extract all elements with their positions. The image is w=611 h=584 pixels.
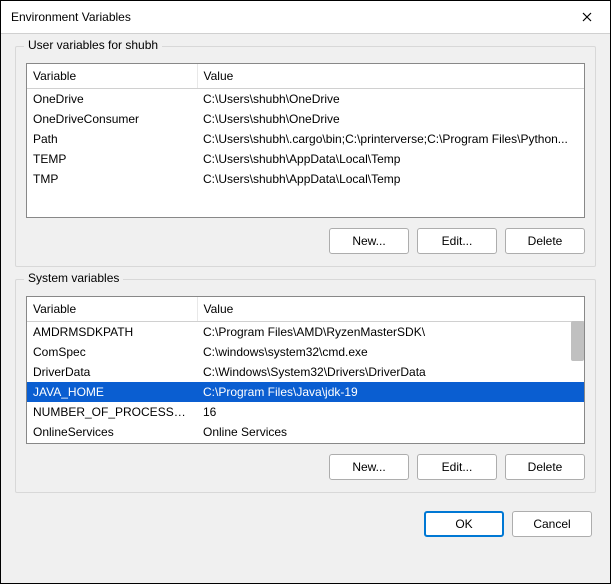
system-edit-button[interactable]: Edit... [417, 454, 497, 480]
cell-variable: Path [27, 129, 197, 149]
cell-variable: OS [27, 442, 197, 444]
cell-value: C:\Windows\System32\Drivers\DriverData [197, 362, 584, 382]
cell-value: C:\Users\shubh\.cargo\bin;C:\printervers… [197, 129, 584, 149]
table-row[interactable]: PathC:\Users\shubh\.cargo\bin;C:\printer… [27, 129, 584, 149]
cell-value: C:\Users\shubh\OneDrive [197, 89, 584, 110]
cell-variable: OnlineServices [27, 422, 197, 442]
cell-variable: NUMBER_OF_PROCESSORS [27, 402, 197, 422]
cell-value: C:\Program Files\AMD\RyzenMasterSDK\ [197, 322, 584, 343]
window-title: Environment Variables [11, 10, 131, 24]
env-vars-dialog: Environment Variables User variables for… [0, 0, 611, 584]
user-delete-button[interactable]: Delete [505, 228, 585, 254]
system-col-value[interactable]: Value [197, 297, 584, 322]
table-row[interactable]: NUMBER_OF_PROCESSORS16 [27, 402, 584, 422]
ok-button[interactable]: OK [424, 511, 504, 537]
cell-variable: JAVA_HOME [27, 382, 197, 402]
table-row[interactable]: OSWindows_NT [27, 442, 584, 444]
system-vars-table-wrap: Variable Value AMDRMSDKPATHC:\Program Fi… [26, 296, 585, 444]
cell-value: C:\Users\shubh\AppData\Local\Temp [197, 149, 584, 169]
system-vars-label: System variables [24, 271, 123, 285]
table-row[interactable]: OneDriveConsumerC:\Users\shubh\OneDrive [27, 109, 584, 129]
cell-variable: AMDRMSDKPATH [27, 322, 197, 343]
cell-variable: OneDriveConsumer [27, 109, 197, 129]
system-btn-row: New... Edit... Delete [26, 454, 585, 480]
user-vars-table-wrap: Variable Value OneDriveC:\Users\shubh\On… [26, 63, 585, 218]
table-row[interactable]: ComSpecC:\windows\system32\cmd.exe [27, 342, 584, 362]
table-row[interactable]: TEMPC:\Users\shubh\AppData\Local\Temp [27, 149, 584, 169]
cell-value: Windows_NT [197, 442, 584, 444]
table-row[interactable]: OneDriveC:\Users\shubh\OneDrive [27, 89, 584, 110]
cell-variable: OneDrive [27, 89, 197, 110]
table-row[interactable]: TMPC:\Users\shubh\AppData\Local\Temp [27, 169, 584, 189]
user-edit-button[interactable]: Edit... [417, 228, 497, 254]
cell-value: Online Services [197, 422, 584, 442]
cell-value: 16 [197, 402, 584, 422]
system-col-variable[interactable]: Variable [27, 297, 197, 322]
user-btn-row: New... Edit... Delete [26, 228, 585, 254]
system-new-button[interactable]: New... [329, 454, 409, 480]
cancel-button[interactable]: Cancel [512, 511, 592, 537]
cell-variable: TMP [27, 169, 197, 189]
system-vars-group: System variables Variable Value AMDRMSDK… [15, 279, 596, 493]
cell-variable: TEMP [27, 149, 197, 169]
close-icon[interactable] [572, 7, 602, 27]
system-vars-table[interactable]: Variable Value AMDRMSDKPATHC:\Program Fi… [27, 297, 584, 444]
table-row[interactable]: JAVA_HOMEC:\Program Files\Java\jdk-19 [27, 382, 584, 402]
system-delete-button[interactable]: Delete [505, 454, 585, 480]
cell-value: C:\Users\shubh\OneDrive [197, 109, 584, 129]
scrollbar-thumb[interactable] [571, 321, 584, 361]
cell-value: C:\Users\shubh\AppData\Local\Temp [197, 169, 584, 189]
titlebar: Environment Variables [1, 1, 610, 34]
user-vars-label: User variables for shubh [24, 38, 162, 52]
cell-variable: ComSpec [27, 342, 197, 362]
user-vars-table[interactable]: Variable Value OneDriveC:\Users\shubh\On… [27, 64, 584, 189]
table-row[interactable]: OnlineServicesOnline Services [27, 422, 584, 442]
user-col-variable[interactable]: Variable [27, 64, 197, 89]
cell-value: C:\Program Files\Java\jdk-19 [197, 382, 584, 402]
dialog-content: User variables for shubh Variable Value … [1, 34, 610, 583]
cell-value: C:\windows\system32\cmd.exe [197, 342, 584, 362]
user-col-value[interactable]: Value [197, 64, 584, 89]
table-row[interactable]: DriverDataC:\Windows\System32\Drivers\Dr… [27, 362, 584, 382]
table-row[interactable]: AMDRMSDKPATHC:\Program Files\AMD\RyzenMa… [27, 322, 584, 343]
dialog-btn-row: OK Cancel [15, 505, 596, 541]
user-vars-group: User variables for shubh Variable Value … [15, 46, 596, 267]
user-new-button[interactable]: New... [329, 228, 409, 254]
cell-variable: DriverData [27, 362, 197, 382]
